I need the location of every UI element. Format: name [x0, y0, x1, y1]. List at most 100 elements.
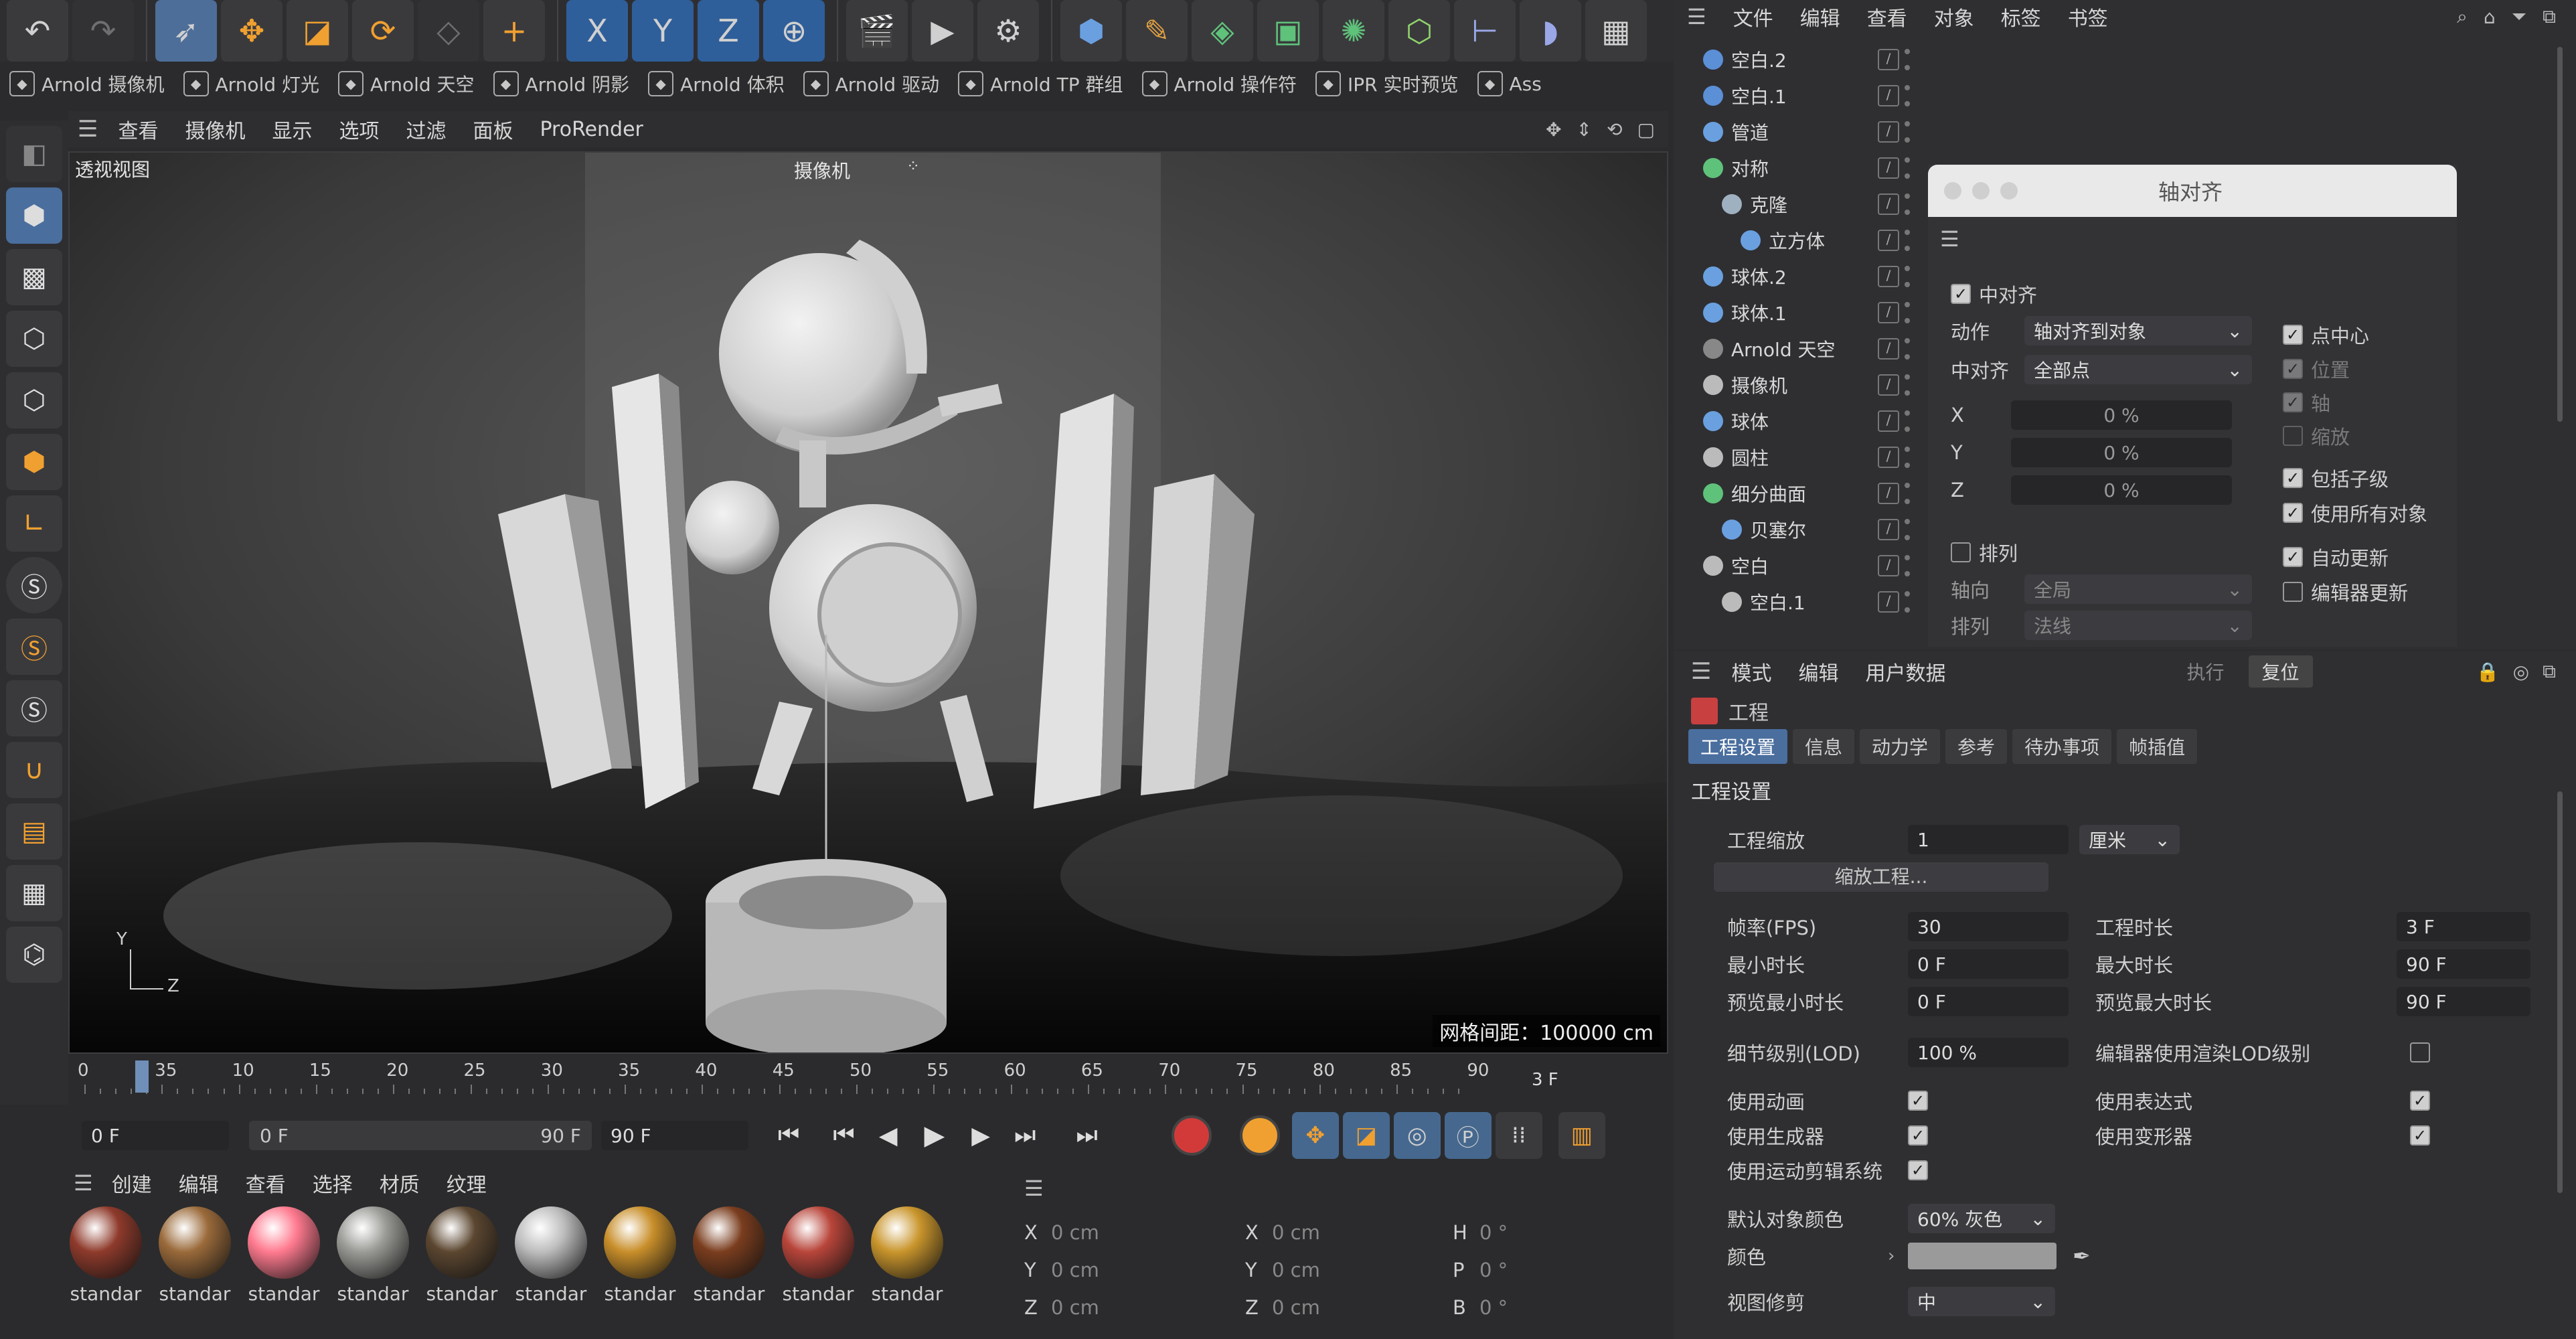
- material-hamburger-icon[interactable]: ☰: [74, 1170, 93, 1196]
- auto-update-checkbox[interactable]: ✓: [2283, 547, 2303, 567]
- attr-menu-item[interactable]: 用户数据: [1865, 657, 1945, 686]
- view-clip-dropdown[interactable]: 中 ⌄: [1908, 1287, 2055, 1316]
- axis-mode-icon[interactable]: ∟: [6, 495, 62, 552]
- viewport-menu-item[interactable]: 选项: [339, 114, 379, 144]
- point-center-checkbox[interactable]: ✓: [2283, 325, 2303, 345]
- editor-update-option[interactable]: 编辑器更新: [2283, 574, 2450, 609]
- material-menu-item[interactable]: 创建: [112, 1168, 152, 1198]
- field-icon[interactable]: ◗: [1520, 0, 1581, 62]
- go-to-start-icon[interactable]: ⏮: [778, 1121, 799, 1150]
- x-field[interactable]: 0 %: [2011, 400, 2232, 430]
- coordinate-value[interactable]: 0 cm: [1272, 1296, 1320, 1319]
- polygon-mode-icon[interactable]: ⬢: [6, 434, 62, 490]
- axis-option[interactable]: ✓ 轴: [2283, 386, 2450, 419]
- home-icon[interactable]: ⌂: [2484, 6, 2496, 28]
- edge-mode-icon[interactable]: ⬡: [6, 372, 62, 428]
- layer-visibility-checkbox[interactable]: ∕: [1878, 157, 1899, 179]
- attr-menu-item[interactable]: 编辑: [1798, 657, 1838, 686]
- new-panel-icon[interactable]: ⧉: [2543, 660, 2556, 683]
- visibility-dots-icon[interactable]: [1905, 157, 1910, 179]
- material-swatch[interactable]: standar: [870, 1206, 945, 1305]
- z-field[interactable]: 0 %: [2011, 475, 2232, 505]
- filter-icon[interactable]: ⏷: [2512, 5, 2526, 28]
- play-icon[interactable]: ▶: [924, 1120, 945, 1151]
- visibility-dots-icon[interactable]: [1905, 193, 1910, 215]
- coordinate-value[interactable]: 0 cm: [1051, 1259, 1099, 1281]
- workplane-icon[interactable]: ▤: [6, 803, 62, 860]
- grid-lock-icon[interactable]: ▦: [6, 865, 62, 921]
- go-to-end-icon[interactable]: ⏭: [1076, 1121, 1097, 1150]
- plugin-item[interactable]: ◆ Arnold 体积: [648, 70, 785, 97]
- subdivision-icon[interactable]: ◈: [1192, 0, 1253, 62]
- attr-scrollbar[interactable]: [2557, 791, 2563, 1193]
- perspective-viewport[interactable]: 透视视图 摄像机 ⁘ Y Z 网格间距：100000 cm: [68, 151, 1668, 1054]
- material-menu-item[interactable]: 编辑: [179, 1168, 219, 1198]
- layer-visibility-checkbox[interactable]: ∕: [1878, 591, 1899, 613]
- attr-menu-item[interactable]: 模式: [1731, 657, 1771, 686]
- y-axis-lock-button[interactable]: Y: [632, 0, 694, 62]
- project-scale-field[interactable]: 1: [1908, 825, 2069, 854]
- material-swatch[interactable]: standar: [157, 1206, 232, 1305]
- material-swatch[interactable]: standar: [424, 1206, 499, 1305]
- key-param-icon[interactable]: Ⓟ: [1444, 1112, 1492, 1159]
- om-menu-item[interactable]: 书签: [2068, 2, 2108, 31]
- floor-icon[interactable]: ▦: [1585, 0, 1647, 62]
- key-rotation-icon[interactable]: ◎: [1393, 1112, 1441, 1159]
- object-row[interactable]: 空白.2 ∕: [1700, 42, 1968, 78]
- start-frame-field[interactable]: 0 F: [82, 1121, 229, 1150]
- object-row[interactable]: 管道 ∕: [1700, 114, 1968, 150]
- end-frame-field[interactable]: 90 F: [601, 1121, 748, 1150]
- layer-visibility-checkbox[interactable]: ∕: [1878, 230, 1899, 251]
- material-menu-item[interactable]: 材质: [380, 1168, 420, 1198]
- cloner-icon[interactable]: ✺: [1323, 0, 1384, 62]
- material-menu-item[interactable]: 纹理: [447, 1168, 487, 1198]
- layer-visibility-checkbox[interactable]: ∕: [1878, 410, 1899, 432]
- range-slider[interactable]: 0 F 90 F: [249, 1121, 592, 1150]
- direction-dropdown[interactable]: 全局 ⌄: [2024, 574, 2252, 604]
- reset-button[interactable]: 复位: [2248, 655, 2313, 688]
- default-color-dropdown[interactable]: 60% 灰色 ⌄: [1908, 1204, 2055, 1233]
- dialog-hamburger-icon[interactable]: ☰: [1940, 226, 1959, 252]
- coordinate-value[interactable]: 0 cm: [1272, 1221, 1320, 1244]
- viewport-camera-label[interactable]: 摄像机: [794, 157, 850, 183]
- om-hamburger-icon[interactable]: ☰: [1687, 4, 1706, 29]
- layer-visibility-checkbox[interactable]: ∕: [1878, 121, 1899, 143]
- auto-key-icon[interactable]: [1239, 1115, 1280, 1156]
- target-icon[interactable]: ◎: [2513, 661, 2529, 683]
- project-length-field[interactable]: 3 F: [2397, 912, 2530, 941]
- plugin-item[interactable]: ◆ Ass: [1477, 71, 1542, 96]
- dolly-view-icon[interactable]: ⇕: [1577, 119, 1592, 141]
- eyedropper-icon[interactable]: ✒: [2073, 1243, 2091, 1269]
- scale-project-button[interactable]: 缩放工程...: [1714, 862, 2048, 892]
- editor-update-checkbox[interactable]: [2283, 582, 2303, 602]
- pan-view-icon[interactable]: ✥: [1546, 119, 1561, 141]
- plugin-item[interactable]: ◆ Arnold 灯光: [183, 70, 319, 97]
- plugin-item[interactable]: ◆ Arnold TP 群组: [958, 70, 1123, 97]
- x-axis-lock-button[interactable]: X: [566, 0, 628, 62]
- deformer-icon[interactable]: ⊢: [1454, 0, 1516, 62]
- model-mode-icon[interactable]: ⬢: [6, 187, 62, 244]
- om-menu-item[interactable]: 查看: [1867, 2, 1907, 31]
- prev-frame-icon[interactable]: ◀: [879, 1122, 898, 1150]
- preview-max-field[interactable]: 90 F: [2397, 987, 2530, 1016]
- snap-settings-icon[interactable]: Ⓢ: [6, 619, 62, 675]
- auto-update-option[interactable]: ✓ 自动更新: [2283, 540, 2450, 574]
- arrange-toggle[interactable]: 排列: [1951, 538, 2018, 566]
- min-time-field[interactable]: 0 F: [1908, 949, 2069, 979]
- center-align-toggle[interactable]: ✓ 中对齐: [1951, 280, 2037, 308]
- material-swatch[interactable]: standar: [335, 1206, 410, 1305]
- plugin-item[interactable]: ◆ Arnold 阴影: [493, 70, 629, 97]
- use-all-objects-checkbox[interactable]: ✓: [2283, 503, 2303, 523]
- scale-checkbox[interactable]: [2283, 426, 2303, 446]
- mograph-icon[interactable]: ⬡: [1388, 0, 1450, 62]
- layer-visibility-checkbox[interactable]: ∕: [1878, 302, 1899, 323]
- attr-tab[interactable]: 参考: [1945, 729, 2008, 764]
- render-lod-checkbox[interactable]: [2410, 1042, 2430, 1062]
- axis-checkbox[interactable]: ✓: [2283, 392, 2303, 412]
- move-tool-icon[interactable]: ✥: [221, 0, 283, 62]
- visibility-dots-icon[interactable]: [1905, 230, 1910, 251]
- use-motion-checkbox[interactable]: ✓: [1908, 1160, 1928, 1180]
- layer-visibility-checkbox[interactable]: ∕: [1878, 85, 1899, 106]
- coordinate-value[interactable]: 0 cm: [1051, 1221, 1099, 1244]
- lod-field[interactable]: 100 %: [1908, 1038, 2069, 1067]
